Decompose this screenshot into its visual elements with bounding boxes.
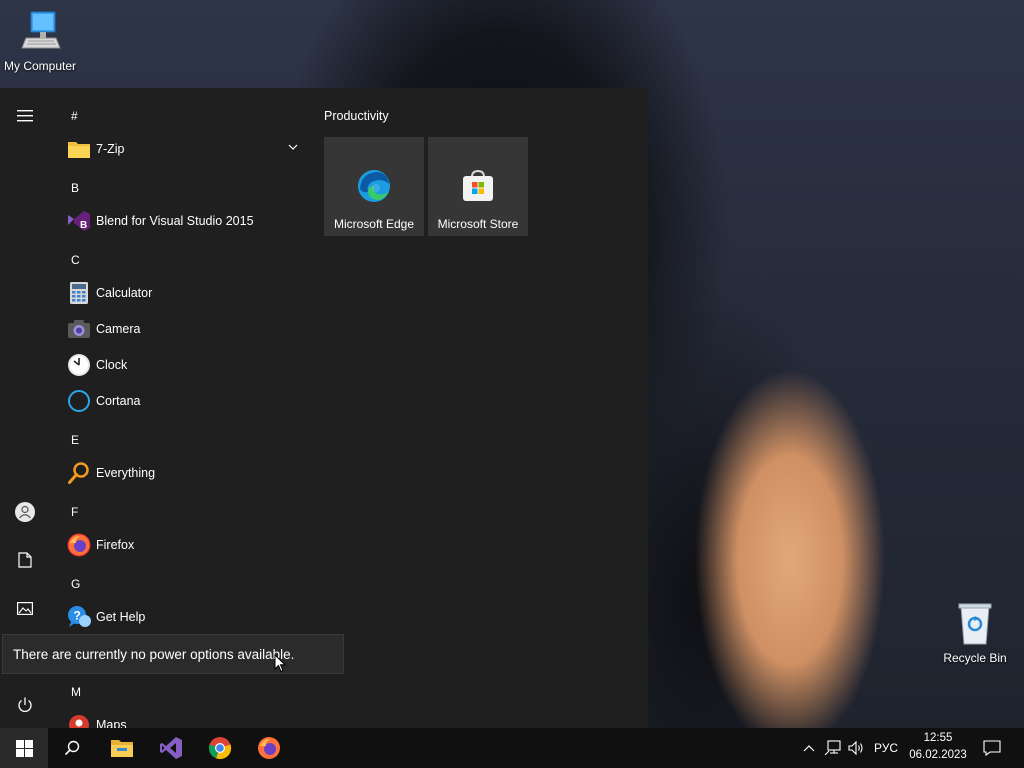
notifications-icon xyxy=(983,740,1001,756)
tile-microsoft-store[interactable]: Microsoft Store xyxy=(428,137,528,236)
app-list: # 7-Zip B B Blend for Visual Studio 2015… xyxy=(50,88,312,728)
app-maps-label: Maps xyxy=(96,718,127,728)
get-help-icon: ? xyxy=(62,599,96,635)
group-header-e[interactable]: E xyxy=(71,433,79,447)
firefox-taskbar-button[interactable] xyxy=(245,728,293,768)
app-maps[interactable]: Maps xyxy=(58,707,310,728)
start-button[interactable] xyxy=(0,728,48,768)
app-get-help-label: Get Help xyxy=(96,610,146,624)
app-everything[interactable]: Everything xyxy=(58,455,310,491)
chevron-down-icon[interactable] xyxy=(288,143,298,151)
group-header-hash[interactable]: # xyxy=(71,109,78,123)
expand-menu-button[interactable] xyxy=(0,96,50,136)
visual-studio-button[interactable] xyxy=(147,728,195,768)
volume-icon xyxy=(848,741,863,755)
power-button[interactable] xyxy=(0,685,50,725)
tile-microsoft-edge[interactable]: Microsoft Edge xyxy=(324,137,424,236)
user-account-button[interactable] xyxy=(0,492,50,532)
search-icon xyxy=(64,740,80,756)
tiles-area: Productivity Microsoft Edge Microsoft St… xyxy=(312,88,648,728)
taskbar-clock[interactable]: 12:55 06.02.2023 xyxy=(900,730,976,764)
app-blend-label: Blend for Visual Studio 2015 xyxy=(96,214,254,228)
app-everything-label: Everything xyxy=(96,466,156,480)
app-camera-label: Camera xyxy=(96,322,141,336)
tile-store-label: Microsoft Store xyxy=(437,217,519,231)
show-hidden-icons-button[interactable] xyxy=(800,728,818,768)
everything-icon xyxy=(62,455,96,491)
calculator-icon xyxy=(62,275,96,311)
clock-date: 06.02.2023 xyxy=(909,749,967,761)
action-center-button[interactable] xyxy=(980,728,1004,768)
my-computer-desktop-icon[interactable]: My Computer xyxy=(0,8,80,73)
group-header-f[interactable]: F xyxy=(71,505,78,519)
app-firefox-label: Firefox xyxy=(96,538,135,552)
network-button[interactable] xyxy=(822,728,844,768)
recycle-bin-desktop-icon[interactable]: Recycle Bin xyxy=(935,602,1015,665)
visual-studio-icon xyxy=(160,737,182,759)
network-icon xyxy=(824,740,841,756)
user-icon xyxy=(15,502,35,522)
my-computer-label: My Computer xyxy=(3,59,77,73)
group-header-c[interactable]: C xyxy=(71,253,80,267)
folder-icon xyxy=(62,131,96,167)
start-rail xyxy=(0,88,50,728)
power-icon xyxy=(18,697,32,712)
app-cortana-label: Cortana xyxy=(96,394,141,408)
app-calculator[interactable]: Calculator xyxy=(58,275,310,311)
edge-icon xyxy=(356,168,392,204)
file-explorer-icon xyxy=(111,740,133,757)
search-button[interactable] xyxy=(48,728,96,768)
app-camera[interactable]: Camera xyxy=(58,311,310,347)
power-options-tooltip: There are currently no power options ava… xyxy=(2,634,344,674)
hamburger-menu-icon xyxy=(17,110,33,122)
app-7zip[interactable]: 7-Zip xyxy=(58,131,310,167)
group-header-g[interactable]: G xyxy=(71,577,80,591)
app-calculator-label: Calculator xyxy=(96,286,153,300)
app-clock-label: Clock xyxy=(96,358,128,372)
maps-icon xyxy=(62,707,96,728)
app-cortana[interactable]: Cortana xyxy=(58,383,310,419)
firefox-icon xyxy=(258,737,280,759)
recycle-bin-label: Recycle Bin xyxy=(943,651,1007,665)
blend-icon: B xyxy=(62,203,96,239)
pictures-icon xyxy=(17,601,33,615)
input-language-indicator[interactable]: РУС xyxy=(870,728,902,768)
app-clock[interactable]: Clock xyxy=(58,347,310,383)
cortana-icon xyxy=(62,383,96,419)
mouse-cursor-icon xyxy=(274,654,286,673)
clock-icon xyxy=(62,347,96,383)
documents-button[interactable] xyxy=(0,540,50,580)
taskbar: РУС 12:55 06.02.2023 xyxy=(0,728,1024,768)
app-firefox[interactable]: Firefox xyxy=(58,527,310,563)
app-7zip-label: 7-Zip xyxy=(96,142,125,156)
group-header-m[interactable]: M xyxy=(71,685,81,699)
firefox-icon xyxy=(62,527,96,563)
store-icon xyxy=(460,168,496,204)
pictures-button[interactable] xyxy=(0,588,50,628)
svg-text:B: B xyxy=(80,220,87,231)
app-blend[interactable]: B Blend for Visual Studio 2015 xyxy=(58,203,310,239)
chrome-icon xyxy=(208,737,232,760)
tile-edge-label: Microsoft Edge xyxy=(333,217,415,231)
chrome-button[interactable] xyxy=(196,728,244,768)
tiles-group-title[interactable]: Productivity xyxy=(324,109,389,123)
file-explorer-button[interactable] xyxy=(98,728,146,768)
camera-icon xyxy=(62,311,96,347)
recycle-bin-icon xyxy=(958,603,992,645)
documents-icon xyxy=(18,552,32,568)
chevron-up-icon xyxy=(803,745,815,752)
app-get-help[interactable]: ? Get Help xyxy=(58,599,310,635)
start-icon xyxy=(15,739,33,757)
clock-time: 12:55 xyxy=(923,732,953,744)
group-header-b[interactable]: B xyxy=(71,181,79,195)
volume-button[interactable] xyxy=(846,728,866,768)
computer-icon xyxy=(21,11,61,49)
start-menu: # 7-Zip B B Blend for Visual Studio 2015… xyxy=(0,88,648,728)
